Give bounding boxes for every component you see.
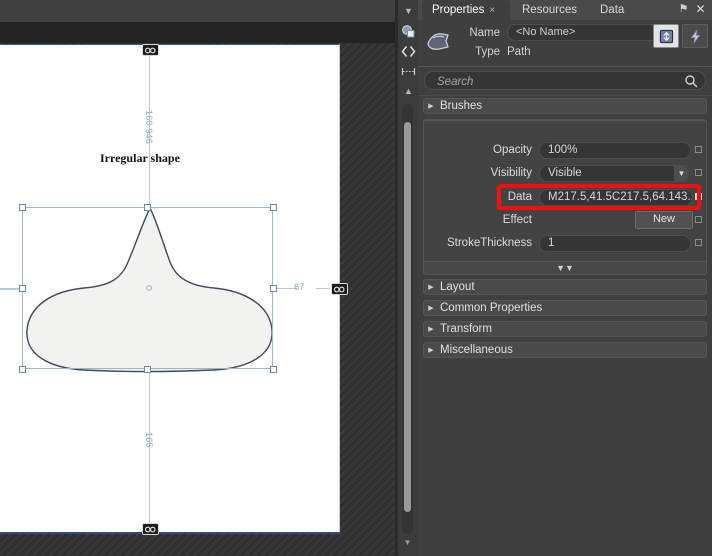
chevron-right-icon: ▶	[428, 347, 434, 354]
section-layout[interactable]: ▶ Layout	[423, 279, 707, 295]
properties-view-icon	[659, 29, 673, 43]
section-common-properties-label: Common Properties	[440, 302, 543, 314]
selection-handle-w[interactable]	[19, 285, 26, 292]
selection-handle-se[interactable]	[270, 366, 277, 373]
appearance-expand-more-button[interactable]: ▼▼	[423, 261, 707, 275]
opacity-advanced-marker[interactable]	[695, 146, 702, 153]
selection-handle-ne[interactable]	[270, 204, 277, 211]
opacity-label: Opacity	[493, 144, 532, 156]
type-value: Path	[507, 46, 531, 58]
search-icon[interactable]	[684, 74, 698, 88]
pin-icon[interactable]: ⚑	[677, 3, 690, 16]
tab-data-label: Data	[600, 4, 625, 16]
appearance-body: Opacity 100% Visibility Visible ▼ Data M…	[423, 120, 707, 266]
horizontal-guide-right-segment	[316, 288, 330, 289]
link-icon-right[interactable]	[331, 283, 348, 295]
path-shape-icon	[424, 28, 452, 56]
visibility-label: Visibility	[490, 167, 532, 179]
panel-tab-strip: Properties × Resources Data ⚑ ✕	[418, 0, 712, 20]
objects-icon[interactable]	[400, 22, 417, 40]
section-transform[interactable]: ▶ Transform	[423, 321, 707, 337]
type-label: Type	[475, 46, 500, 58]
tab-properties-label: Properties	[432, 4, 485, 16]
spacing-icon[interactable]	[400, 62, 417, 80]
shape-title-text: Irregular shape	[100, 151, 180, 165]
section-common-properties[interactable]: ▶ Common Properties	[423, 300, 707, 316]
search-bar	[418, 67, 712, 96]
canvas-top-bar	[0, 0, 395, 22]
events-view-button[interactable]	[682, 24, 708, 48]
chevron-down-icon[interactable]: ▼	[674, 165, 689, 181]
effect-advanced-marker[interactable]	[695, 216, 702, 223]
rail-scroll-up-arrow[interactable]: ▼	[400, 2, 417, 20]
panel-scrollbar-track[interactable]	[402, 104, 413, 534]
selection-handle-s[interactable]	[144, 366, 151, 373]
tool-rail: ▼ ▲ ▲ ▼	[398, 0, 419, 556]
opacity-field[interactable]: 100%	[539, 141, 691, 159]
scrollbar-down-arrow[interactable]: ▼	[403, 538, 412, 547]
chevron-right-icon: ▶	[428, 284, 434, 291]
stroke-thickness-advanced-marker[interactable]	[695, 239, 702, 246]
chevron-right-icon: ▶	[428, 326, 434, 333]
transform-origin-marker[interactable]	[146, 285, 152, 291]
selection-handle-nw[interactable]	[19, 204, 26, 211]
data-advanced-marker[interactable]	[695, 193, 702, 200]
link-icon-bottom[interactable]	[142, 523, 159, 535]
visibility-advanced-marker[interactable]	[695, 169, 702, 176]
property-row-effect: Effect New	[424, 210, 706, 230]
effect-new-button[interactable]: New	[635, 211, 693, 229]
selection-handle-sw[interactable]	[19, 366, 26, 373]
effect-label: Effect	[502, 214, 532, 226]
stroke-thickness-field[interactable]: 1	[539, 234, 691, 252]
chevron-right-icon: ▶	[428, 305, 434, 312]
artboard-bottom-edge	[0, 532, 341, 534]
properties-view-button[interactable]	[653, 24, 679, 48]
search-input[interactable]	[435, 72, 679, 91]
visibility-value: Visible	[548, 166, 582, 179]
design-canvas[interactable]: 160.946 165 67 Irregular shape	[0, 0, 395, 556]
property-row-visibility: Visibility Visible ▼	[424, 163, 706, 183]
name-row: Name <No Name>	[452, 24, 669, 41]
application-window: 160.946 165 67 Irregular shape ▼ ▲ ▼ Pro…	[0, 0, 712, 556]
properties-panel: Properties × Resources Data ⚑ ✕ Name <No…	[418, 0, 712, 556]
search-box[interactable]	[424, 71, 706, 91]
name-field[interactable]: <No Name>	[507, 24, 669, 41]
canvas-dark-strip	[0, 22, 395, 43]
name-label: Name	[469, 26, 500, 39]
section-layout-label: Layout	[440, 281, 475, 293]
visibility-dropdown[interactable]: Visible ▼	[539, 164, 691, 182]
tab-properties[interactable]: Properties ×	[422, 0, 510, 20]
dimension-label-bottom: 165	[144, 432, 154, 448]
stroke-thickness-label: StrokeThickness	[446, 237, 532, 249]
vertical-guide-bottom	[149, 368, 150, 532]
panel-close-icon[interactable]: ✕	[694, 3, 707, 16]
property-row-opacity: Opacity 100%	[424, 140, 706, 160]
selection-handle-n[interactable]	[144, 204, 151, 211]
data-label: Data	[507, 191, 532, 203]
dimension-label-top: 160.946	[144, 110, 154, 144]
section-miscellaneous-label: Miscellaneous	[440, 344, 513, 356]
chevron-right-icon: ▶	[428, 103, 434, 110]
section-brushes[interactable]: ▶ Brushes	[423, 98, 707, 114]
selection-handle-e[interactable]	[270, 285, 277, 292]
type-row: Type Path	[452, 46, 531, 58]
rail-scroll-down-arrow[interactable]: ▲	[400, 82, 417, 100]
panel-header: Name <No Name> Type Path	[418, 20, 712, 67]
panel-scrollbar-thumb[interactable]	[404, 122, 411, 512]
tab-resources-label: Resources	[522, 4, 577, 16]
lightning-bolt-icon	[690, 29, 700, 43]
data-field[interactable]: M217.5,41.5C217.5,64.143...	[539, 188, 693, 206]
panel-header-tools	[653, 24, 708, 48]
close-icon[interactable]: ×	[489, 5, 495, 16]
property-row-stroke-thickness: StrokeThickness 1	[424, 233, 706, 253]
section-miscellaneous[interactable]: ▶ Miscellaneous	[423, 342, 707, 358]
section-transform-label: Transform	[440, 323, 492, 335]
property-row-data: Data M217.5,41.5C217.5,64.143...	[424, 187, 706, 207]
tab-resources[interactable]: Resources	[512, 0, 588, 20]
section-brushes-label: Brushes	[440, 100, 483, 112]
tab-data[interactable]: Data	[590, 0, 638, 20]
dimension-label-right: 67	[294, 282, 305, 292]
link-icon-top[interactable]	[142, 44, 159, 56]
xaml-code-icon[interactable]	[400, 42, 417, 60]
